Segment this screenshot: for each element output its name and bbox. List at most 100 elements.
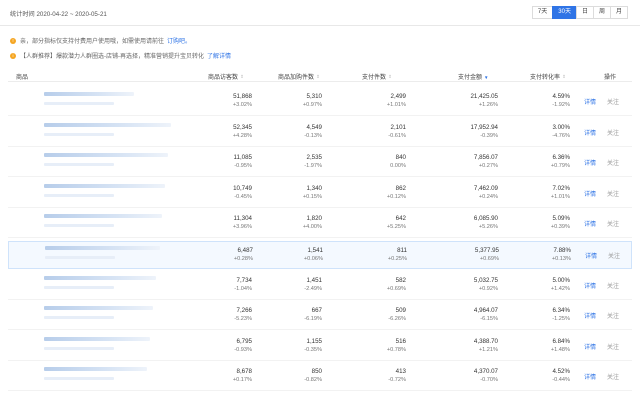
follow-link[interactable]: 关注 [607,311,619,320]
product-title-link[interactable] [45,246,160,250]
table-row[interactable]: 6,487 +0.28% 1,541 +0.06% 811 +0.25% 5,377.95 +… [8,241,632,269]
notice-paid-link[interactable]: 订购吧。 [167,36,191,45]
visitors-value: 7,266 [236,307,252,315]
product-title-link[interactable] [44,214,162,219]
follow-link[interactable]: 关注 [607,128,619,137]
detail-link[interactable]: 详情 [584,219,596,228]
rate-value: 7.88% [553,247,571,254]
detail-link[interactable]: 详情 [584,311,596,320]
follow-link[interactable]: 关注 [607,219,619,228]
cart-change: -2.49% [304,285,322,292]
amount-value: 4,370.07 [473,368,498,376]
product-title-link[interactable] [44,122,171,127]
visitors-value: 6,487 [237,247,253,254]
detail-link[interactable]: 详情 [585,251,597,260]
col-amount[interactable]: 支付金额 ▼ [458,72,488,81]
cell-rate: 6.34% -1.25% [510,306,570,323]
notice-crowd-text: 【人群推荐】爆款潜力人群圈选-店铺-再选择，精准营销提升宝贝转化 [20,54,204,60]
cell-visitors: 11,304 +3.96% [192,214,252,231]
follow-link[interactable]: 关注 [607,342,619,351]
product-subtitle [44,224,114,228]
col-cart[interactable]: 商品加购件数 ⇕ [278,72,320,81]
range-7d-button[interactable]: 7天 [531,6,554,19]
range-week-button[interactable]: 周 [592,6,611,19]
cart-value: 1,155 [306,337,322,345]
table-row[interactable]: 7,266 -5.23% 667 -6.19% 509 -6.26% 4,964.07 -6.… [8,302,632,331]
product-title-link[interactable] [44,336,150,341]
range-30d-button[interactable]: 30天 [552,6,577,19]
cell-paid-qty: 2,499 +1.01% [346,92,406,109]
paid-qty-value: 2,101 [390,123,406,131]
table-row[interactable]: 51,868 +3.02% 5,310 +0.97% 2,499 +1.01% 21,425… [8,88,632,116]
cell-rate: 6.36% +0.79% [510,153,570,170]
amount-value: 5,377.95 [474,247,499,254]
col-paid-qty[interactable]: 支付件数 ⇕ [362,72,392,81]
cell-cart: 1,541 +0.06% [263,246,323,263]
paid-qty-change: +0.25% [387,256,407,262]
follow-link[interactable]: 关注 [607,372,619,381]
cell-amount: 21,425.05 +1.26% [438,92,498,109]
range-day-button[interactable]: 日 [575,6,594,19]
visitors-value: 7,734 [236,276,252,284]
product-title-link[interactable] [44,367,147,372]
cell-paid-qty: 582 +0.69% [346,276,406,293]
product-title-link[interactable] [44,306,153,311]
product-title-link[interactable] [44,153,168,158]
cell-rate: 3.00% -4.76% [510,123,570,140]
table-row[interactable]: 7,734 -1.04% 1,451 -2.49% 582 +0.69% 5,032.75 +… [8,272,632,300]
table-row[interactable]: 6,795 -0.93% 1,155 -0.35% 516 +0.78% 4,388.70 +… [8,333,632,361]
amount-value: 6,085.90 [473,215,498,223]
rate-change: +1.42% [550,285,570,292]
product-title-link[interactable] [44,183,165,188]
rate-change: +0.13% [551,256,571,262]
cell-rate: 5.00% +1.42% [510,276,570,293]
visitors-value: 6,795 [236,337,252,345]
follow-link[interactable]: 关注 [607,189,619,198]
rate-value: 6.34% [552,307,570,315]
cell-amount: 4,370.07 -0.70% [438,367,498,384]
detail-link[interactable]: 详情 [584,342,596,351]
cell-rate: 4.52% -0.44% [510,367,570,384]
product-title-link[interactable] [44,275,156,280]
follow-link[interactable]: 关注 [607,158,619,167]
col-visitors[interactable]: 商品访客数 ⇕ [208,72,244,81]
cell-paid-qty: 516 +0.78% [346,337,406,354]
cart-change: +0.15% [302,193,322,200]
sort-icon: ⇕ [240,74,244,80]
detail-link[interactable]: 详情 [584,128,596,137]
cart-value: 2,535 [306,154,322,162]
product-title-link[interactable] [44,92,134,96]
paid-qty-value: 642 [395,215,406,223]
product-subtitle [44,285,114,289]
table-row[interactable]: 10,749 -0.45% 1,340 +0.15% 862 +0.12% 7,462.09… [8,180,632,208]
detail-link[interactable]: 详情 [584,281,596,290]
cell-amount: 4,964.07 -6.15% [438,306,498,323]
table-row[interactable]: 11,085 -0.95% 2,535 -1.97% 840 0.00% 7,856.07 +… [8,149,632,178]
cell-amount: 4,388.70 +1.21% [438,337,498,354]
range-month-button[interactable]: 月 [609,6,628,19]
amount-value: 4,964.07 [473,307,498,315]
product-subtitle [44,193,114,197]
detail-link[interactable]: 详情 [584,158,596,167]
cell-visitors: 7,266 -5.23% [192,306,252,323]
detail-link[interactable]: 详情 [584,372,596,381]
cell-amount: 7,462.09 +0.24% [438,184,498,201]
detail-link[interactable]: 详情 [584,189,596,198]
col-rate[interactable]: 支付转化率 ⇕ [530,72,566,81]
paid-qty-change: 0.00% [390,163,406,170]
notice-crowd-link[interactable]: 了解详情 [207,51,231,60]
rate-value: 6.84% [552,337,570,345]
cart-value: 4,549 [306,123,322,131]
follow-link[interactable]: 关注 [607,281,619,290]
detail-link[interactable]: 详情 [584,97,596,106]
amount-change: +0.69% [479,256,499,262]
table-row[interactable]: 52,345 +4.28% 4,549 -0.13% 2,101 -0.61% 17,952… [8,119,632,147]
follow-link[interactable]: 关注 [608,251,620,260]
follow-link[interactable]: 关注 [607,97,619,106]
table-row[interactable]: 11,304 +3.96% 1,820 +4.00% 642 +5.25% 6,085.90… [8,210,632,239]
table-row[interactable]: 8,678 +0.17% 850 -0.82% 413 -0.72% 4,370.07 -0.… [8,363,632,392]
cell-cart: 5,310 +0.97% [262,92,322,109]
rate-value: 5.09% [552,215,570,223]
product-subtitle [44,346,114,350]
cell-cart: 1,451 -2.49% [262,276,322,293]
